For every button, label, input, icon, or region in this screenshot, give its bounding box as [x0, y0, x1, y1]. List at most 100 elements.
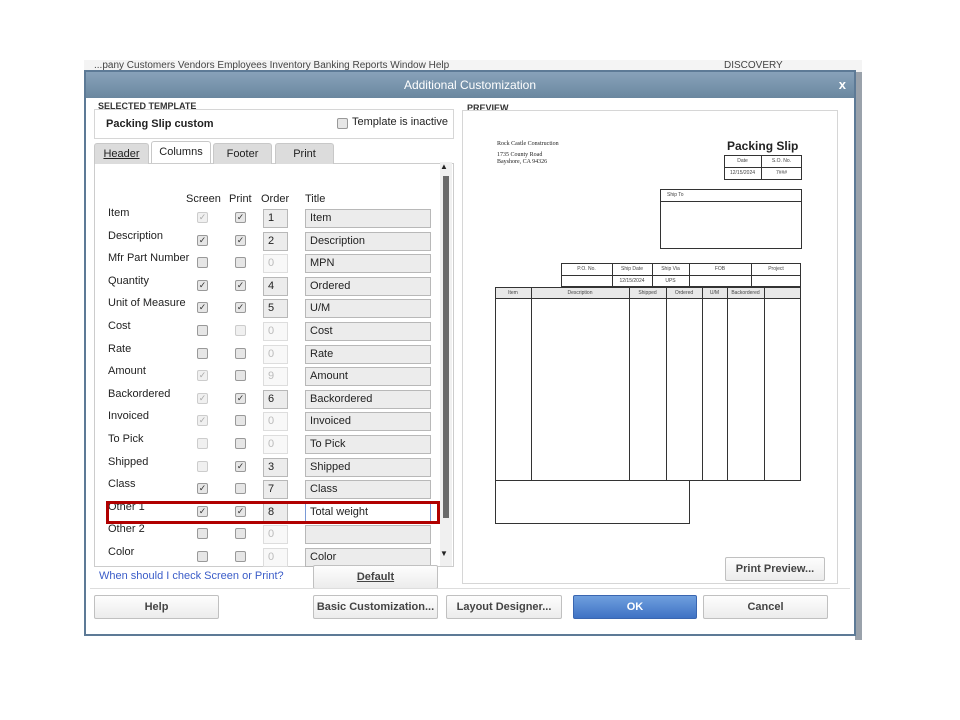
title-field[interactable]: Backordered [305, 389, 431, 409]
title-field[interactable]: Invoiced [305, 412, 431, 432]
title-field[interactable]: Description [305, 231, 431, 251]
screen-checkbox: ✓ [197, 392, 208, 404]
print-checkbox[interactable] [235, 438, 246, 449]
print-checkbox[interactable]: ✓ [235, 279, 246, 291]
screen-checkbox[interactable] [197, 347, 208, 359]
order-field: 0 [263, 412, 288, 432]
order-field[interactable]: 1 [263, 209, 288, 228]
order-field[interactable]: 5 [263, 299, 288, 319]
title-field[interactable]: U/M [305, 299, 431, 319]
help-link[interactable]: When should I check Screen or Print? [99, 570, 284, 582]
order-field[interactable]: 2 [263, 231, 288, 251]
column-header: Ordered [674, 290, 694, 296]
tab-columns[interactable]: Columns [151, 141, 211, 163]
date-label: Date [737, 158, 748, 164]
row-label: Cost [108, 320, 131, 332]
column-header: U/M [709, 290, 720, 296]
layout-designer-button[interactable]: Layout Designer... [446, 595, 562, 619]
order-field[interactable]: 6 [263, 389, 288, 409]
title-field[interactable]: MPN [305, 254, 431, 274]
scrollbar[interactable]: ▲ ▼ [440, 162, 452, 566]
print-checkbox[interactable]: ✓ [235, 234, 246, 246]
tab-print[interactable]: Print [275, 143, 334, 164]
order-field[interactable]: 4 [263, 276, 288, 296]
close-icon[interactable]: x [839, 72, 846, 98]
print-checkbox[interactable] [235, 415, 246, 427]
cancel-button[interactable]: Cancel [703, 595, 828, 619]
title-field[interactable]: Amount [305, 367, 431, 387]
additional-customization-dialog: Additional Customization x SELECTED TEMP… [84, 70, 856, 636]
title-field[interactable] [305, 525, 431, 545]
scroll-up-icon[interactable]: ▲ [440, 162, 448, 171]
title-field[interactable]: Class [305, 480, 431, 500]
ok-button[interactable]: OK [573, 595, 697, 619]
column-header: Description [567, 290, 593, 296]
info-header: Project [768, 266, 784, 272]
print-checkbox[interactable]: ✓ [235, 302, 246, 314]
row-label: Invoiced [108, 410, 149, 423]
screen-checkbox[interactable]: ✓ [197, 279, 208, 291]
info-header: P.O. No. [577, 266, 596, 272]
tab-footer[interactable]: Footer [213, 143, 272, 164]
order-field: 0 [263, 344, 288, 364]
ship-to-box [660, 189, 802, 249]
col-screen-header: Screen [186, 193, 221, 205]
tab-header[interactable]: Header [94, 143, 149, 164]
info-value: 12/15/2024 [619, 278, 645, 284]
row-label: Unit of Measure [108, 297, 186, 310]
title-field[interactable]: To Pick [305, 435, 431, 454]
screen-checkbox[interactable] [197, 257, 208, 269]
ship-to-label: Ship To [667, 192, 684, 198]
scrollbar-thumb[interactable] [443, 176, 449, 518]
print-checkbox[interactable] [235, 257, 246, 269]
help-button[interactable]: Help [94, 595, 219, 619]
screen-checkbox[interactable] [197, 551, 208, 562]
title-bar[interactable]: Additional Customization [86, 72, 854, 98]
screen-checkbox[interactable]: ✓ [197, 234, 208, 246]
column-header: Backordered [731, 290, 760, 296]
order-field[interactable]: 7 [263, 480, 288, 500]
screen-checkbox[interactable]: ✓ [197, 302, 208, 314]
print-checkbox[interactable]: ✓ [235, 392, 246, 404]
col-print-header: Print [229, 193, 252, 205]
title-field[interactable]: Rate [305, 344, 431, 364]
screen-checkbox[interactable]: ✓ [197, 483, 208, 495]
screen-checkbox: ✓ [197, 370, 208, 382]
print-checkbox[interactable]: ✓ [235, 460, 246, 472]
title-field[interactable]: Item [305, 209, 431, 228]
screen-checkbox[interactable] [197, 325, 208, 336]
print-checkbox [235, 325, 246, 336]
col-order-header: Order [261, 193, 290, 205]
scroll-down-icon[interactable]: ▼ [440, 549, 448, 558]
row-label: Color [108, 546, 135, 558]
so-value: 7### [775, 170, 788, 176]
title-field[interactable]: Ordered [305, 276, 431, 296]
preview-address1: 1735 County Road [497, 152, 543, 158]
preview-address2: Bayshore, CA 94326 [497, 159, 548, 165]
print-checkbox[interactable]: ✓ [235, 212, 246, 223]
screen-checkbox[interactable] [197, 528, 208, 540]
order-field[interactable]: 3 [263, 457, 288, 477]
row-label: Item [108, 207, 130, 219]
print-checkbox[interactable] [235, 528, 246, 540]
row-label: Description [108, 229, 164, 242]
print-checkbox[interactable] [235, 551, 246, 562]
template-name: Packing Slip custom [106, 118, 214, 130]
print-preview-button[interactable]: Print Preview... [725, 557, 825, 581]
template-inactive-checkbox[interactable] [337, 118, 348, 129]
row-label: Backordered [108, 387, 171, 400]
row-label: To Pick [108, 433, 144, 445]
default-button[interactable]: Default [313, 565, 438, 589]
order-field: 0 [263, 322, 288, 341]
screen-checkbox [197, 438, 208, 449]
preview-panel: Rock Castle Construction 1735 County Roa… [462, 110, 838, 584]
basic-customization-button[interactable]: Basic Customization... [313, 595, 438, 619]
row-label: Mfr Part Number [108, 252, 190, 265]
row-label: Rate [108, 342, 132, 355]
info-header: Ship Date [621, 266, 643, 272]
print-checkbox[interactable] [235, 347, 246, 359]
print-checkbox[interactable] [235, 483, 246, 495]
title-field[interactable]: Cost [305, 322, 431, 341]
print-checkbox[interactable] [235, 370, 246, 382]
title-field[interactable]: Shipped [305, 457, 431, 477]
